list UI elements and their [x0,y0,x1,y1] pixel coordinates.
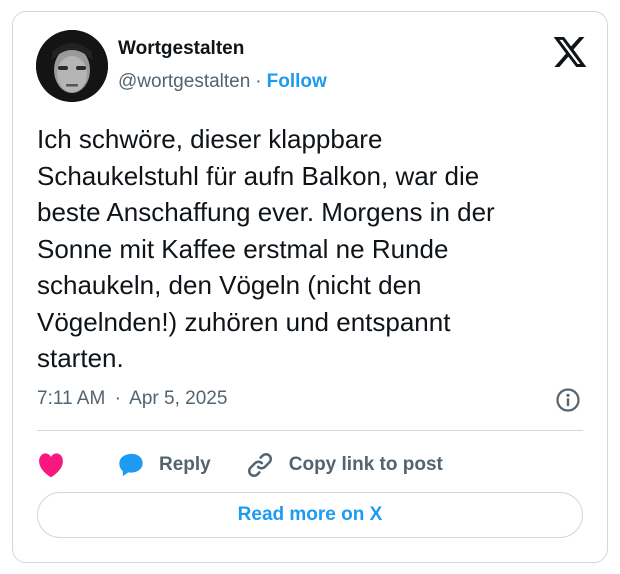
timestamp-separator: · [114,388,121,409]
tweet-card: Wortgestalten @wortgestalten · Follow Ic… [12,11,608,563]
divider [37,430,583,431]
copy-link-label: Copy link to post [288,454,443,475]
tweet-time: 7:11 AM [37,388,106,409]
link-icon [247,452,272,478]
heart-icon [39,453,63,478]
reply-label: Reply [159,454,211,475]
tweet-timestamp[interactable]: 7:11 AM · Apr 5, 2025 [37,388,227,410]
handle-separator: · [255,71,262,92]
author-name[interactable]: Wortgestalten [118,38,244,60]
author-handle-row: @wortgestalten · Follow [118,71,327,93]
speech-bubble-icon [119,453,143,477]
action-bar: Reply Copy link to post [37,445,443,485]
author-handle[interactable]: @wortgestalten [118,71,250,93]
tweet-text: Ich schwöre, dieser klappbare Schaukelst… [37,124,495,373]
reply-button[interactable]: Reply [117,452,211,478]
user-avatar-icon [36,30,108,102]
copy-link-button[interactable]: Copy link to post [245,450,443,480]
read-more-button[interactable]: Read more on X [37,492,583,538]
tweet-date: Apr 5, 2025 [129,388,228,409]
like-button[interactable] [37,452,65,478]
follow-button[interactable]: Follow [267,71,327,93]
info-icon[interactable] [555,387,581,413]
x-logo-icon[interactable] [553,37,587,67]
author-avatar[interactable] [36,30,108,102]
